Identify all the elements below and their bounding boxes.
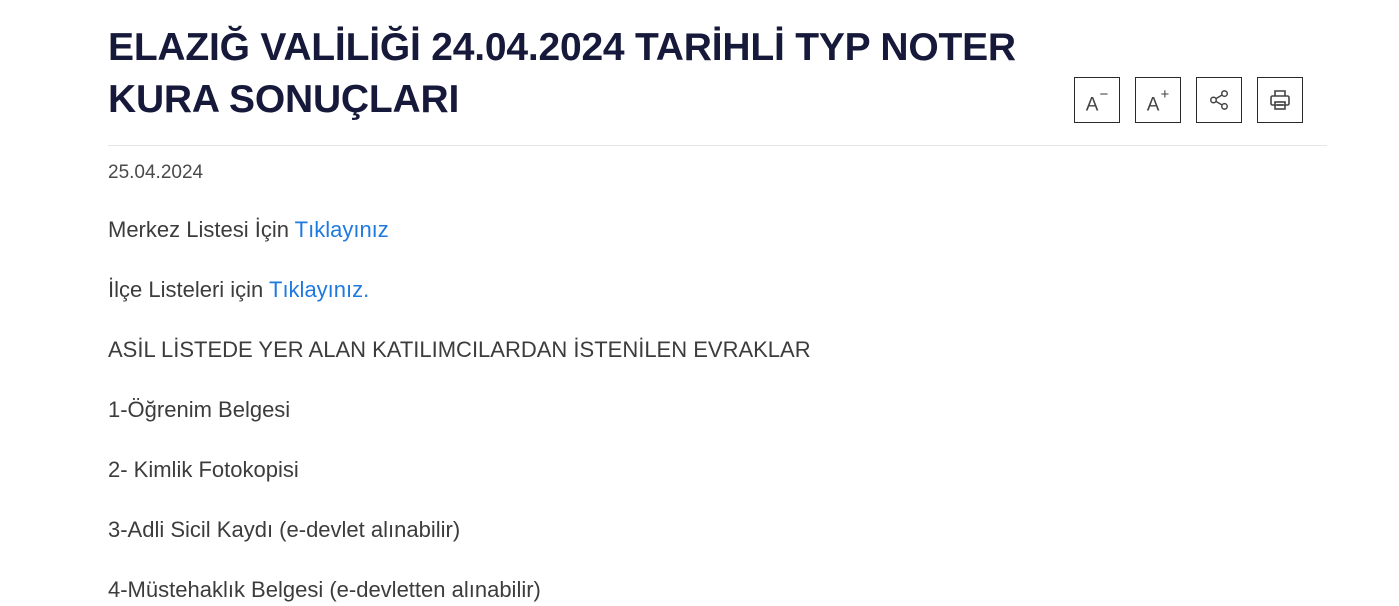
article-toolbar: A− A+ [1074, 77, 1303, 123]
list-item: 3-Adli Sicil Kaydı (e-devlet alınabilir) [108, 517, 461, 542]
ilce-list-link[interactable]: Tıklayınız. [269, 277, 369, 302]
font-increase-icon: A+ [1146, 85, 1170, 116]
ilce-paragraph: İlçe Listeleri için Tıklayınız. [108, 277, 370, 302]
decrease-font-button[interactable]: A− [1074, 77, 1120, 123]
list-item: 4-Müstehaklık Belgesi (e-devletten alına… [108, 577, 541, 602]
printer-icon [1270, 90, 1290, 110]
share-button[interactable] [1196, 77, 1242, 123]
print-button[interactable] [1257, 77, 1303, 123]
share-icon [1210, 90, 1228, 110]
merkez-paragraph: Merkez Listesi İçin Tıklayınız [108, 217, 389, 242]
merkez-list-link[interactable]: Tıklayınız [295, 217, 389, 242]
title-divider [108, 145, 1327, 146]
documents-heading: ASİL LİSTEDE YER ALAN KATILIMCILARDAN İS… [108, 337, 811, 362]
list-item: 1-Öğrenim Belgesi [108, 397, 291, 422]
page-title: ELAZIĞ VALİLİĞİ 24.04.2024 TARİHLİ TYP N… [108, 26, 1016, 121]
increase-font-button[interactable]: A+ [1135, 77, 1181, 123]
font-decrease-icon: A− [1085, 85, 1109, 116]
list-item: 2- Kimlik Fotokopisi [108, 457, 299, 482]
publish-date: 25.04.2024 [108, 162, 204, 183]
